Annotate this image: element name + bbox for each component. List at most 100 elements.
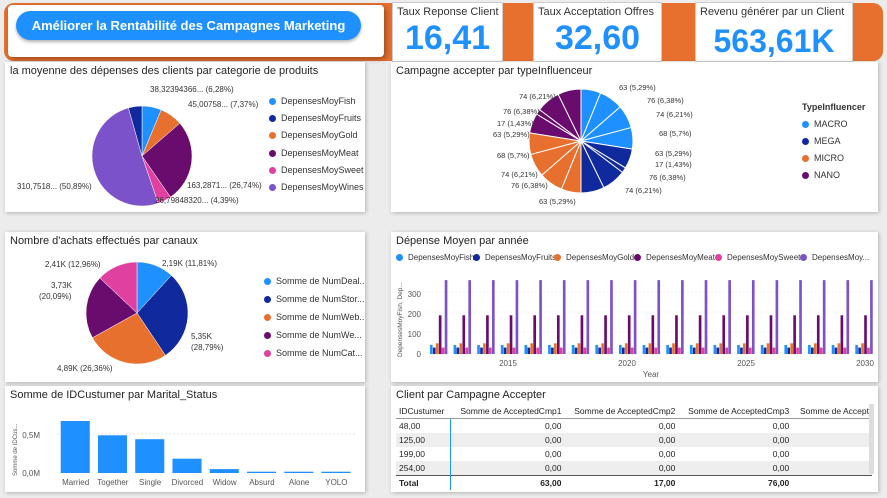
bar[interactable] xyxy=(843,347,847,354)
bar[interactable] xyxy=(870,280,873,354)
bar[interactable] xyxy=(607,347,610,354)
bar[interactable] xyxy=(775,280,779,354)
bar[interactable] xyxy=(837,343,841,354)
bar[interactable] xyxy=(321,471,351,473)
bar[interactable] xyxy=(751,280,755,354)
pie-achats-card[interactable]: Nombre d'achats effectués par canaux 2,1… xyxy=(5,232,365,382)
bar[interactable] xyxy=(580,315,584,354)
bar[interactable] xyxy=(763,347,767,354)
bar[interactable] xyxy=(633,280,637,354)
bar[interactable] xyxy=(574,347,578,354)
bar[interactable] xyxy=(586,280,590,354)
bar[interactable] xyxy=(846,280,850,354)
bar[interactable] xyxy=(790,343,793,354)
bar[interactable] xyxy=(595,344,599,354)
bar[interactable] xyxy=(796,347,799,354)
bar[interactable] xyxy=(60,421,90,473)
bar[interactable] xyxy=(816,315,820,354)
bar[interactable] xyxy=(559,347,563,354)
bar[interactable] xyxy=(530,343,534,354)
bar[interactable] xyxy=(772,347,776,354)
column-header[interactable]: Somme de Accept xyxy=(792,404,872,419)
bar[interactable] xyxy=(456,347,460,354)
bar[interactable] xyxy=(509,315,513,354)
bar[interactable] xyxy=(716,347,720,354)
bar[interactable] xyxy=(135,439,165,473)
bar[interactable] xyxy=(246,471,277,473)
bar[interactable] xyxy=(737,344,740,354)
bar[interactable] xyxy=(855,344,858,354)
bar[interactable] xyxy=(701,347,705,354)
bar[interactable] xyxy=(719,343,723,354)
pie-depenses-card[interactable]: la moyenne des dépenses des clients par … xyxy=(5,62,365,212)
column-header[interactable]: Somme de AcceptedCmp2 xyxy=(564,404,679,419)
bar[interactable] xyxy=(515,280,519,354)
bar[interactable] xyxy=(793,315,796,354)
bar[interactable] xyxy=(571,344,575,354)
bar[interactable] xyxy=(604,315,607,354)
bar[interactable] xyxy=(748,347,752,354)
bar[interactable] xyxy=(808,344,811,354)
bar[interactable] xyxy=(432,347,436,354)
bar[interactable] xyxy=(500,344,504,354)
bar[interactable] xyxy=(645,347,649,354)
bar[interactable] xyxy=(610,280,613,354)
bar[interactable] xyxy=(722,315,726,354)
bar[interactable] xyxy=(624,343,628,354)
bar[interactable] xyxy=(438,315,442,354)
bar-annee-card[interactable]: Dépense Moyen par année DepensesMoyFish … xyxy=(391,232,878,382)
bar[interactable] xyxy=(562,280,566,354)
bar[interactable] xyxy=(822,280,826,354)
bar[interactable] xyxy=(861,343,864,354)
bar[interactable] xyxy=(695,343,699,354)
bar[interactable] xyxy=(209,469,239,473)
column-header[interactable]: IDCustumer xyxy=(396,404,451,419)
bar[interactable] xyxy=(524,344,528,354)
bar[interactable] xyxy=(766,343,770,354)
bar[interactable] xyxy=(867,347,870,354)
bar[interactable] xyxy=(692,347,696,354)
bar[interactable] xyxy=(651,315,655,354)
bar[interactable] xyxy=(536,347,539,354)
bar[interactable] xyxy=(172,458,202,473)
bar[interactable] xyxy=(630,347,634,354)
bar[interactable] xyxy=(799,280,802,354)
bar[interactable] xyxy=(284,471,314,473)
bar[interactable] xyxy=(657,280,661,354)
bar[interactable] xyxy=(811,347,814,354)
bar[interactable] xyxy=(813,343,817,354)
bar[interactable] xyxy=(621,347,625,354)
bar[interactable] xyxy=(506,343,510,354)
bar[interactable] xyxy=(746,315,749,354)
bar[interactable] xyxy=(669,347,672,354)
bar[interactable] xyxy=(740,347,743,354)
bar[interactable] xyxy=(648,343,652,354)
bar[interactable] xyxy=(468,280,472,354)
donut-influenceur-card[interactable]: Campagne accepter par typeInfluenceur 63… xyxy=(391,62,878,212)
bar[interactable] xyxy=(678,347,681,354)
bar[interactable] xyxy=(864,315,867,354)
bar[interactable] xyxy=(453,344,457,354)
bar[interactable] xyxy=(689,344,693,354)
bar[interactable] xyxy=(548,344,551,354)
bar[interactable] xyxy=(698,315,702,354)
bar[interactable] xyxy=(539,280,542,354)
table-card[interactable]: Client par Campagne Accepter IDCustumer … xyxy=(391,386,878,492)
bar[interactable] xyxy=(577,343,581,354)
bar[interactable] xyxy=(713,344,717,354)
bar[interactable] xyxy=(556,315,560,354)
bar[interactable] xyxy=(527,347,531,354)
bar[interactable] xyxy=(819,347,823,354)
bar[interactable] xyxy=(858,347,861,354)
bar[interactable] xyxy=(462,315,466,354)
bar[interactable] xyxy=(486,315,489,354)
bar[interactable] xyxy=(743,343,746,354)
bar[interactable] xyxy=(491,280,495,354)
bar[interactable] xyxy=(675,315,678,354)
bar[interactable] xyxy=(681,280,684,354)
bar[interactable] xyxy=(554,343,557,354)
table-scrollbar[interactable] xyxy=(869,404,874,474)
bar[interactable] xyxy=(435,343,439,354)
page-title-button[interactable]: Améliorer la Rentabilité des Campagnes M… xyxy=(16,11,361,40)
bar[interactable] xyxy=(840,315,844,354)
